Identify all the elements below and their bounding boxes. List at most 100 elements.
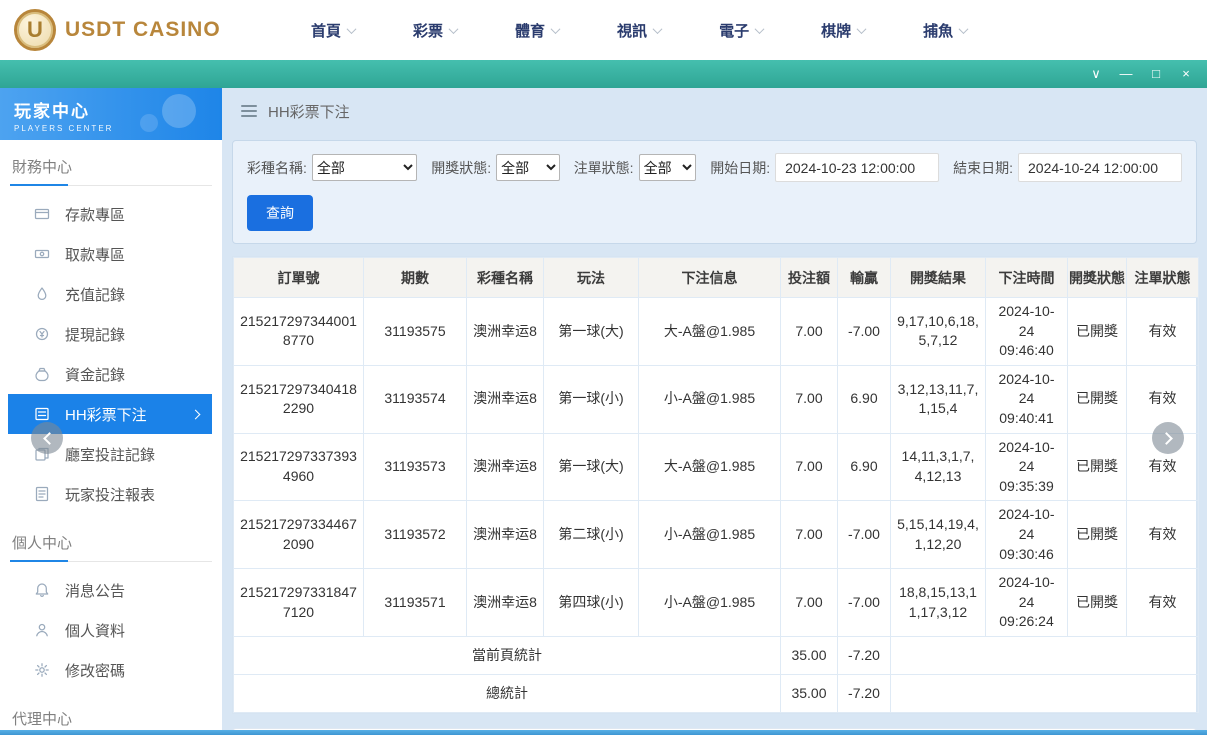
minimize-button[interactable]: — xyxy=(1111,60,1141,88)
cell: 大-A盤@1.985 xyxy=(638,432,781,502)
cell: 31193574 xyxy=(363,364,467,434)
sidebar: 玩家中心 PLAYERS CENTER 財務中心 存款專區 取款專區 充值記錄 提現記錄… xyxy=(0,88,222,730)
cell: 7.00 xyxy=(780,500,838,570)
sidebar-section-list: 消息公告 個人資料 修改密碼 xyxy=(0,562,222,692)
sidebar-item[interactable]: 修改密碼 xyxy=(8,650,212,690)
window-frame-bottom xyxy=(0,730,1207,735)
nav-item[interactable]: 捕魚 xyxy=(894,20,996,41)
column-header: 彩種名稱 xyxy=(466,257,544,298)
logo[interactable]: U USDT CASINO xyxy=(0,9,252,51)
lottery-bet-icon xyxy=(34,406,50,422)
nav-item-label: 體育 xyxy=(515,22,546,40)
sidebar-item[interactable]: 資金記錄 xyxy=(8,354,212,394)
sidebar-item[interactable]: 存款專區 xyxy=(8,194,212,234)
column-header: 下注信息 xyxy=(638,257,781,298)
logo-icon: U xyxy=(14,9,56,51)
sidebar-item-label: 取款專區 xyxy=(65,246,126,264)
cell: 小-A盤@1.985 xyxy=(638,568,781,637)
cell: 31193575 xyxy=(363,297,467,366)
nav-item-label: 棋牌 xyxy=(821,22,852,40)
collapse-button[interactable]: ∨ xyxy=(1081,60,1111,88)
column-header: 訂單號 xyxy=(233,257,364,298)
chevron-down-icon xyxy=(652,23,663,34)
scroll-right-button[interactable] xyxy=(1152,422,1184,454)
sidebar-section-title: 代理中心 xyxy=(10,708,212,730)
user-icon xyxy=(34,622,50,638)
column-header: 開獎結果 xyxy=(890,257,986,298)
column-header: 投注額 xyxy=(780,257,838,298)
bets-table-wrap: 訂單號 期數 彩種名稱 玩法 下注信息 投注額 輸贏 開獎結果 下注時間 開獎狀態 注單狀態 2152… xyxy=(232,256,1199,714)
chevron-down-icon xyxy=(958,23,969,34)
chevron-down-icon xyxy=(346,23,357,34)
close-button[interactable]: × xyxy=(1171,60,1201,88)
bell-icon xyxy=(34,582,50,598)
cell: 第一球(大) xyxy=(543,297,639,366)
sidebar-item[interactable]: 提現記錄 xyxy=(8,314,212,354)
cell: 第四球(小) xyxy=(543,568,639,637)
sidebar-item-label: 玩家投注報表 xyxy=(65,486,156,504)
sidebar-item[interactable]: 消息公告 xyxy=(8,570,212,610)
start-date-input[interactable] xyxy=(775,153,940,182)
cell: 2024-10-24 09:40:41 xyxy=(985,364,1068,434)
table-row: 2152172973318477120 31193571 澳洲幸运8 第四球(小) 小-… xyxy=(233,568,1199,637)
sidebar-item-label: 提現記錄 xyxy=(65,326,126,344)
cell: 2152172973404182290 xyxy=(233,364,364,434)
column-header: 注單狀態 xyxy=(1126,257,1199,298)
column-header: 下注時間 xyxy=(985,257,1068,298)
order-status-label: 注單狀態: xyxy=(573,159,634,176)
cell: 5,15,14,19,4,1,12,20 xyxy=(890,500,986,570)
main-nav: 首頁 彩票 體育 視訊 電子 棋牌 捕魚 xyxy=(282,20,996,41)
end-date-input[interactable] xyxy=(1018,153,1182,182)
cell: 小-A盤@1.985 xyxy=(638,364,781,434)
chevron-down-icon xyxy=(754,23,765,34)
order-status-select[interactable]: 全部 xyxy=(638,154,697,181)
cell: 第二球(小) xyxy=(543,500,639,570)
column-header: 開獎狀態 xyxy=(1067,257,1127,298)
window-titlebar: ∨ — □ × xyxy=(0,60,1207,88)
nav-item[interactable]: 視訊 xyxy=(588,20,690,41)
sidebar-item-label: 充值記錄 xyxy=(65,286,126,304)
cell: 已開獎 xyxy=(1067,297,1127,366)
nav-item[interactable]: 首頁 xyxy=(282,20,384,41)
sidebar-item[interactable]: 個人資料 xyxy=(8,610,212,650)
sidebar-section-title: 財務中心 xyxy=(10,156,212,186)
maximize-button[interactable]: □ xyxy=(1141,60,1171,88)
sidebar-item[interactable]: 充值記錄 xyxy=(8,274,212,314)
cell: 已開獎 xyxy=(1067,568,1127,637)
page-header: HH彩票下注 xyxy=(232,88,1197,134)
filter-panel: 彩種名稱: 全部 開獎狀態: 全部 注單狀態: 全部 開始日期: 結束日期: 查… xyxy=(232,140,1197,244)
cell: 2152172973440018770 xyxy=(233,297,364,366)
sidebar-item-label: 存款專區 xyxy=(65,206,126,224)
column-header: 輸贏 xyxy=(837,257,891,298)
scroll-left-button[interactable] xyxy=(31,422,63,454)
draw-status-select[interactable]: 全部 xyxy=(496,154,560,181)
sidebar-item-label: HH彩票下注 xyxy=(65,406,147,424)
logo-text: USDT CASINO xyxy=(65,18,221,41)
nav-item[interactable]: 棋牌 xyxy=(792,20,894,41)
summary-label: 當前頁統計 xyxy=(233,635,781,675)
hamburger-menu-icon[interactable] xyxy=(241,102,257,120)
lottery-select[interactable]: 全部 xyxy=(311,154,418,181)
cell: 2024-10-24 09:35:39 xyxy=(985,432,1068,502)
sidebar-item[interactable]: 取款專區 xyxy=(8,234,212,274)
nav-item[interactable]: 體育 xyxy=(486,20,588,41)
end-date-label: 結束日期: xyxy=(953,159,1013,176)
nav-item[interactable]: 彩票 xyxy=(384,20,486,41)
sidebar-item[interactable]: 玩家投注報表 xyxy=(8,474,212,514)
cell: 有效 xyxy=(1126,500,1199,570)
funds-record-icon xyxy=(34,366,50,382)
cell: 有效 xyxy=(1126,297,1199,366)
search-button[interactable]: 查詢 xyxy=(247,195,313,231)
nav-item[interactable]: 電子 xyxy=(690,20,792,41)
bets-table: 訂單號 期數 彩種名稱 玩法 下注信息 投注額 輸贏 開獎結果 下注時間 開獎狀態 注單狀態 2152… xyxy=(233,257,1199,713)
cell: 大-A盤@1.985 xyxy=(638,297,781,366)
page-title: HH彩票下注 xyxy=(268,103,350,121)
cell: 7.00 xyxy=(780,297,838,366)
summary-bet-total: 35.00 xyxy=(780,635,838,675)
nav-item-label: 首頁 xyxy=(311,22,342,40)
summary-bet-total: 35.00 xyxy=(780,673,838,713)
summary-winloss-total: -7.20 xyxy=(837,673,891,713)
chevron-right-icon xyxy=(190,409,201,420)
cell: 2024-10-24 09:30:46 xyxy=(985,500,1068,570)
cell: 6.90 xyxy=(837,432,891,502)
